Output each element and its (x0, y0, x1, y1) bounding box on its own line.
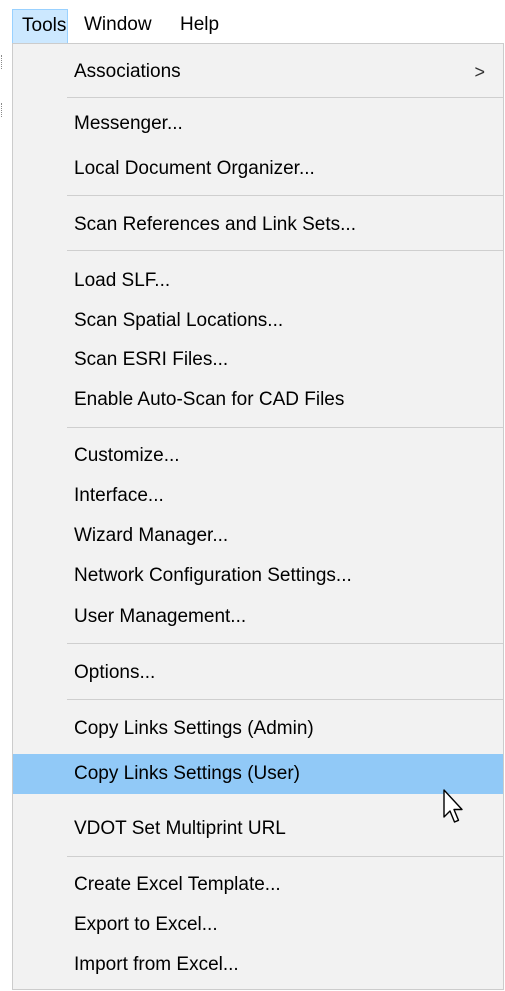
mouse-pointer-icon (443, 789, 463, 823)
menu-item-copy-links-settings-admin[interactable]: Copy Links Settings (Admin) (13, 711, 503, 747)
menu-item-load-slf[interactable]: Load SLF... (13, 263, 503, 299)
menu-separator (67, 699, 503, 700)
menu-separator (67, 97, 503, 98)
menu-item-label: Associations (74, 61, 181, 82)
menu-item-label: Copy Links Settings (Admin) (74, 718, 314, 739)
menu-item-copy-links-settings-user[interactable]: Copy Links Settings (User) (13, 754, 503, 794)
menu-bar: Tools Window Help (0, 0, 505, 43)
chevron-right-icon: > (474, 62, 485, 82)
menu-item-label: Enable Auto-Scan for CAD Files (74, 389, 345, 410)
menu-item-label: Customize... (74, 445, 180, 466)
menu-item-wizard-manager[interactable]: Wizard Manager... (13, 518, 503, 554)
menu-item-network-configuration-settings[interactable]: Network Configuration Settings... (13, 558, 503, 594)
window-edge-marks (0, 55, 4, 125)
menu-item-enable-auto-scan[interactable]: Enable Auto-Scan for CAD Files (13, 382, 503, 418)
menu-item-export-to-excel[interactable]: Export to Excel... (13, 907, 503, 943)
menu-item-label: Scan ESRI Files... (74, 349, 229, 370)
menu-item-label: Import from Excel... (74, 954, 239, 975)
menu-item-import-from-excel[interactable]: Import from Excel... (13, 947, 503, 983)
menu-item-label: Messenger... (74, 113, 183, 134)
menu-item-label: Load SLF... (74, 270, 171, 291)
menu-separator (67, 195, 503, 196)
menu-item-label: Local Document Organizer... (74, 158, 315, 179)
menu-item-vdot-set-multiprint-url[interactable]: VDOT Set Multiprint URL (13, 811, 503, 847)
tools-dropdown-menu: Associations > Messenger... Local Docume… (12, 43, 504, 990)
menu-item-label: Scan References and Link Sets... (74, 214, 356, 235)
menu-item-customize[interactable]: Customize... (13, 438, 503, 474)
menu-item-local-document-organizer[interactable]: Local Document Organizer... (13, 151, 503, 187)
menu-item-scan-references[interactable]: Scan References and Link Sets... (13, 207, 503, 243)
menu-item-label: Options... (74, 662, 156, 683)
menu-separator (67, 856, 503, 857)
menu-item-associations[interactable]: Associations > (13, 54, 503, 90)
menu-item-user-management[interactable]: User Management... (13, 599, 503, 635)
menubar-tools[interactable]: Tools (12, 9, 68, 43)
menu-item-label: Copy Links Settings (User) (74, 763, 300, 784)
menu-item-messenger[interactable]: Messenger... (13, 106, 503, 142)
menu-separator (67, 427, 503, 428)
menu-item-scan-spatial-locations[interactable]: Scan Spatial Locations... (13, 303, 503, 339)
menubar-help[interactable]: Help (180, 9, 219, 43)
menu-item-label: Create Excel Template... (74, 874, 281, 895)
menu-separator (67, 250, 503, 251)
menu-item-label: Scan Spatial Locations... (74, 310, 284, 331)
menu-item-label: VDOT Set Multiprint URL (74, 818, 286, 839)
menu-item-label: User Management... (74, 606, 247, 627)
menu-item-interface[interactable]: Interface... (13, 478, 503, 514)
menu-item-label: Wizard Manager... (74, 525, 229, 546)
menu-item-options[interactable]: Options... (13, 655, 503, 691)
menu-item-label: Interface... (74, 485, 164, 506)
menu-item-scan-esri-files[interactable]: Scan ESRI Files... (13, 342, 503, 378)
menubar-window[interactable]: Window (84, 9, 152, 43)
menu-item-label: Export to Excel... (74, 914, 218, 935)
menu-item-label: Network Configuration Settings... (74, 565, 352, 586)
menu-separator (67, 643, 503, 644)
menu-item-create-excel-template[interactable]: Create Excel Template... (13, 867, 503, 903)
